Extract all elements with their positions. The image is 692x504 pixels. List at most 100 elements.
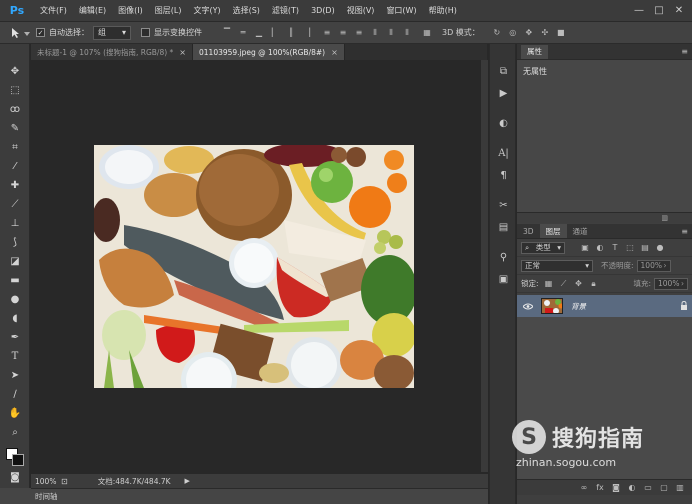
clone-source-panel-icon[interactable]: ⚲ <box>490 246 517 268</box>
timeline-panel-tab[interactable]: 时间轴 <box>31 488 488 504</box>
path-select-tool-icon[interactable]: ➤ <box>0 366 30 385</box>
history-brush-tool-icon[interactable]: ⟆ <box>0 233 30 252</box>
blend-mode-dropdown[interactable]: 正常 ▾ <box>521 259 593 272</box>
layer-row-background[interactable]: 背景 <box>517 295 692 317</box>
new-group-icon[interactable]: ▭ <box>642 482 654 494</box>
3d-roll-icon[interactable]: ◎ <box>506 26 520 40</box>
layer-style-icon[interactable]: fx <box>594 482 606 494</box>
minimize-button[interactable]: — <box>630 3 648 18</box>
panel-menu-icon[interactable]: ≡ <box>681 227 688 236</box>
brush-panel-icon[interactable]: ▤ <box>490 216 517 238</box>
trash-icon[interactable]: ▥ <box>674 482 686 494</box>
menu-type[interactable]: 文字(Y) <box>187 0 226 22</box>
food-photo[interactable] <box>94 145 414 388</box>
shape-filter-icon[interactable]: ⬚ <box>624 242 636 254</box>
menu-window[interactable]: 窗口(W) <box>380 0 422 22</box>
smart-object-filter-icon[interactable]: ▤ <box>639 242 651 254</box>
gradient-tool-icon[interactable]: ▬ <box>0 271 30 290</box>
menu-view[interactable]: 视图(V) <box>341 0 381 22</box>
pixel-filter-icon[interactable]: ▣ <box>579 242 591 254</box>
distribute-top-icon[interactable]: ≡ <box>320 26 334 40</box>
trash-icon[interactable]: ▥ <box>661 214 668 222</box>
align-bottom-icon[interactable]: ▁ <box>252 26 266 40</box>
maximize-button[interactable]: □ <box>650 3 668 18</box>
paragraph-panel-icon[interactable]: ¶ <box>490 164 517 186</box>
opacity-field[interactable]: 100% › <box>636 259 671 272</box>
blur-tool-icon[interactable]: ● <box>0 290 30 309</box>
auto-select-checkbox[interactable]: ✓ <box>36 28 45 37</box>
type-tool-icon[interactable]: T <box>0 347 30 366</box>
menu-filter[interactable]: 滤镜(T) <box>266 0 305 22</box>
character-panel-icon[interactable]: A| <box>490 142 517 164</box>
new-layer-icon[interactable]: ▢ <box>658 482 670 494</box>
menu-layer[interactable]: 图层(L) <box>149 0 188 22</box>
layer-kind-filter[interactable]: ⌕ 类型 ▾ <box>521 241 565 254</box>
tab-properties[interactable]: 属性 <box>521 44 548 59</box>
menu-file[interactable]: 文件(F) <box>34 0 73 22</box>
lock-position-icon[interactable]: ✥ <box>573 278 585 290</box>
pen-tool-icon[interactable]: ✒ <box>0 328 30 347</box>
layer-name[interactable]: 背景 <box>571 301 586 312</box>
canvas-vertical-scrollbar[interactable] <box>481 60 488 472</box>
lock-all-icon[interactable]: 🔒︎ <box>588 278 600 290</box>
quick-mask-icon[interactable]: ◙ <box>0 468 30 487</box>
quick-select-tool-icon[interactable]: ✎ <box>0 119 30 138</box>
tab-untitled[interactable]: 未标题-1 @ 107% (搜狗指南, RGB/8) * × <box>31 44 193 60</box>
3d-slide-icon[interactable]: ✣ <box>538 26 552 40</box>
zoom-level-field[interactable]: 100% <box>31 477 61 486</box>
background-color-swatch[interactable] <box>12 454 24 466</box>
align-vcenter-icon[interactable]: ═ <box>236 26 250 40</box>
panel-menu-icon[interactable]: ≡ <box>681 47 688 56</box>
align-left-icon[interactable]: ▏ <box>268 26 282 40</box>
distribute-bottom-icon[interactable]: ≡ <box>352 26 366 40</box>
tool-presets-panel-icon[interactable]: ✂ <box>490 194 517 216</box>
history-panel-icon[interactable]: ⧉ <box>490 60 517 82</box>
info-panel-icon[interactable]: ▣ <box>490 268 517 290</box>
close-icon[interactable]: × <box>179 48 186 57</box>
3d-rotate-icon[interactable]: ↻ <box>490 26 504 40</box>
adjustment-filter-icon[interactable]: ◐ <box>594 242 606 254</box>
auto-align-icon[interactable]: ▦ <box>420 26 434 40</box>
status-info-icon[interactable]: ⊡ <box>61 477 68 486</box>
canvas-area[interactable] <box>31 60 481 472</box>
crop-tool-icon[interactable]: ⌗ <box>0 138 30 157</box>
layer-mask-icon[interactable]: ◙ <box>610 482 622 494</box>
move-tool-preset-icon[interactable] <box>6 23 36 43</box>
line-tool-icon[interactable]: ∕ <box>0 385 30 404</box>
eyedropper-tool-icon[interactable]: ⁄ <box>0 157 30 176</box>
adjustments-panel-icon[interactable]: ◐ <box>490 112 517 134</box>
lasso-tool-icon[interactable]: ꝏ <box>0 100 30 119</box>
distribute-hcenter-icon[interactable]: ⦀ <box>384 26 398 40</box>
tab-layers[interactable]: 图层 <box>539 224 567 238</box>
auto-select-dropdown[interactable]: 组 ▾ <box>93 25 131 40</box>
close-icon[interactable]: × <box>331 48 338 57</box>
3d-scale-icon[interactable]: ■ <box>554 26 568 40</box>
clone-stamp-tool-icon[interactable]: ⊥ <box>0 214 30 233</box>
marquee-tool-icon[interactable]: ⬚ <box>0 81 30 100</box>
menu-image[interactable]: 图像(I) <box>112 0 149 22</box>
actions-panel-icon[interactable]: ▶ <box>490 82 517 104</box>
adjustment-layer-icon[interactable]: ◐ <box>626 482 638 494</box>
eraser-tool-icon[interactable]: ◪ <box>0 252 30 271</box>
link-layers-icon[interactable]: ∞ <box>578 482 590 494</box>
menu-help[interactable]: 帮助(H) <box>423 0 463 22</box>
lock-image-icon[interactable]: ⟋ <box>558 278 570 290</box>
eye-icon[interactable] <box>521 303 535 310</box>
menu-3d[interactable]: 3D(D) <box>305 0 341 22</box>
tab-food-image[interactable]: 01103959.jpeg @ 100%(RGB/8#) × <box>193 44 345 60</box>
dodge-tool-icon[interactable]: ◖ <box>0 309 30 328</box>
chevron-right-icon[interactable]: ▶ <box>185 477 190 485</box>
align-hcenter-icon[interactable]: ║ <box>284 26 298 40</box>
align-top-icon[interactable]: ▔ <box>220 26 234 40</box>
menu-edit[interactable]: 编辑(E) <box>73 0 112 22</box>
hand-tool-icon[interactable]: ✋ <box>0 404 30 423</box>
distribute-left-icon[interactable]: ⦀ <box>368 26 382 40</box>
type-filter-icon[interactable]: T <box>609 242 621 254</box>
distribute-vcenter-icon[interactable]: ≡ <box>336 26 350 40</box>
menu-select[interactable]: 选择(S) <box>227 0 266 22</box>
close-button[interactable]: ✕ <box>670 3 688 18</box>
distribute-right-icon[interactable]: ⦀ <box>400 26 414 40</box>
tab-3d[interactable]: 3D <box>517 224 540 238</box>
move-tool-icon[interactable]: ✥ <box>0 62 30 81</box>
tab-channels[interactable]: 通道 <box>567 224 594 238</box>
